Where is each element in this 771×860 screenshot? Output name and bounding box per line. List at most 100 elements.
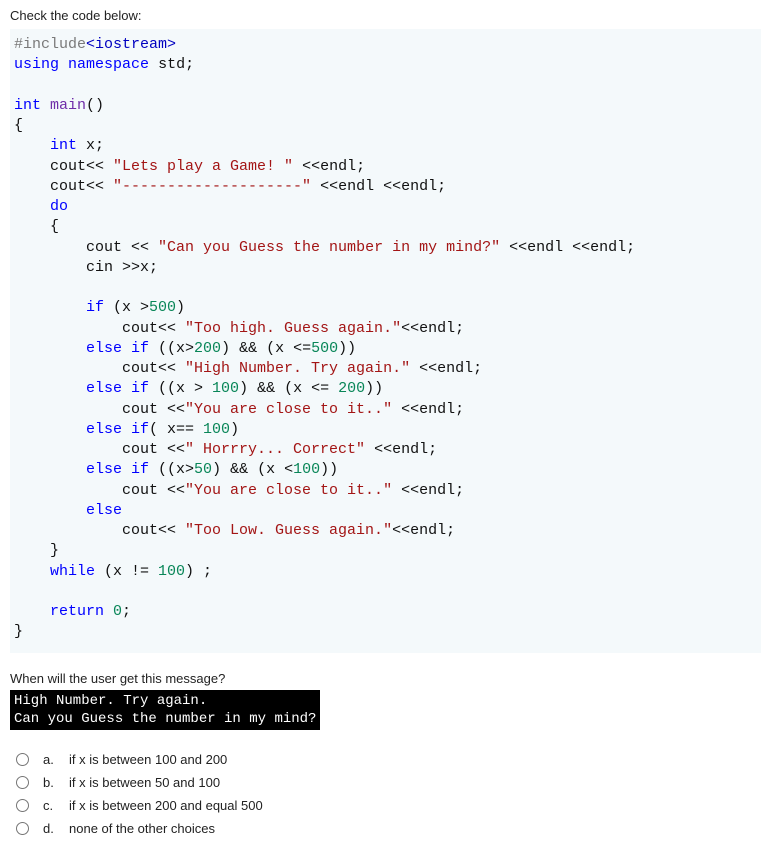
code-token: <<endl; bbox=[410, 360, 482, 377]
code-token: main bbox=[50, 97, 86, 114]
code-token: "Can you Guess the number in my mind?" bbox=[158, 239, 500, 256]
option-text: if x is between 100 and 200 bbox=[69, 752, 227, 767]
code-token: ; bbox=[185, 56, 194, 73]
code-token: ) ; bbox=[185, 563, 212, 580]
option-text: if x is between 50 and 100 bbox=[69, 775, 220, 790]
code-token: cout<< bbox=[14, 360, 185, 377]
code-token: (x != bbox=[95, 563, 158, 580]
code-token: <<endl; bbox=[365, 441, 437, 458]
code-token: cout << bbox=[14, 239, 158, 256]
code-token: 200 bbox=[194, 340, 221, 357]
code-token: ((x > bbox=[149, 380, 212, 397]
code-token: "Too Low. Guess again." bbox=[185, 522, 392, 539]
code-token: "You are close to it.." bbox=[185, 401, 392, 418]
code-token: else if bbox=[14, 461, 149, 478]
code-token: 50 bbox=[194, 461, 212, 478]
question-container: Check the code below: #include<iostream>… bbox=[0, 0, 771, 860]
code-token: "Lets play a Game! " bbox=[113, 158, 293, 175]
code-token: namespace bbox=[68, 56, 149, 73]
code-token: #include bbox=[14, 36, 86, 53]
option-c[interactable]: c. if x is between 200 and equal 500 bbox=[10, 794, 761, 817]
console-line: Can you Guess the number in my mind? bbox=[14, 711, 316, 727]
code-token: "Too high. Guess again." bbox=[185, 320, 401, 337]
code-token: " Horrry... Correct" bbox=[185, 441, 365, 458]
code-token: else if bbox=[14, 380, 149, 397]
code-token: ) && (x <= bbox=[239, 380, 338, 397]
code-token: )) bbox=[365, 380, 383, 397]
code-token bbox=[104, 603, 113, 620]
code-token: { bbox=[14, 117, 23, 134]
code-token: "--------------------" bbox=[113, 178, 311, 195]
code-token: ; bbox=[122, 603, 131, 620]
code-token: 200 bbox=[338, 380, 365, 397]
instruction-text: Check the code below: bbox=[10, 8, 761, 23]
code-token: ) && (x <= bbox=[221, 340, 311, 357]
option-a-radio[interactable] bbox=[16, 753, 29, 766]
option-d-radio[interactable] bbox=[16, 822, 29, 835]
code-token: <<endl; bbox=[401, 320, 464, 337]
code-token: () bbox=[86, 97, 104, 114]
code-token: int bbox=[14, 97, 41, 114]
option-text: none of the other choices bbox=[69, 821, 215, 836]
option-c-radio[interactable] bbox=[16, 799, 29, 812]
code-token: using bbox=[14, 56, 59, 73]
code-token: cout<< bbox=[14, 522, 185, 539]
code-token: int bbox=[14, 137, 77, 154]
code-token: do bbox=[14, 198, 68, 215]
option-letter: c. bbox=[43, 798, 59, 813]
code-token: else if bbox=[14, 421, 149, 438]
code-token: if bbox=[14, 299, 104, 316]
code-token: "You are close to it.." bbox=[185, 482, 392, 499]
option-letter: a. bbox=[43, 752, 59, 767]
code-token: cout << bbox=[14, 482, 185, 499]
option-a[interactable]: a. if x is between 100 and 200 bbox=[10, 748, 761, 771]
option-b[interactable]: b. if x is between 50 and 100 bbox=[10, 771, 761, 794]
code-token: ((x> bbox=[149, 461, 194, 478]
code-token: 500 bbox=[149, 299, 176, 316]
code-token: std bbox=[158, 56, 185, 73]
code-token: return bbox=[14, 603, 104, 620]
code-token: } bbox=[14, 623, 23, 640]
code-token: x; bbox=[77, 137, 104, 154]
code-token: } bbox=[14, 542, 59, 559]
option-letter: b. bbox=[43, 775, 59, 790]
code-token: <<endl <<endl; bbox=[311, 178, 446, 195]
code-token: (x > bbox=[104, 299, 149, 316]
code-token: cout<< bbox=[14, 178, 113, 195]
code-token: cout << bbox=[14, 401, 185, 418]
code-token: <<endl; bbox=[392, 401, 464, 418]
option-text: if x is between 200 and equal 500 bbox=[69, 798, 263, 813]
code-token: while bbox=[14, 563, 95, 580]
code-token: <<endl <<endl; bbox=[500, 239, 635, 256]
code-token: else if bbox=[14, 340, 149, 357]
code-token: ( x== bbox=[149, 421, 203, 438]
option-b-radio[interactable] bbox=[16, 776, 29, 789]
code-token: 100 bbox=[212, 380, 239, 397]
code-token: <iostream> bbox=[86, 36, 176, 53]
code-token: )) bbox=[338, 340, 356, 357]
console-output: High Number. Try again. Can you Guess th… bbox=[10, 690, 320, 730]
answer-options: a. if x is between 100 and 200 b. if x i… bbox=[10, 748, 761, 840]
code-token: ) && (x < bbox=[212, 461, 293, 478]
question-text: When will the user get this message? bbox=[10, 671, 761, 686]
code-token: cout<< bbox=[14, 320, 185, 337]
code-token: 500 bbox=[311, 340, 338, 357]
code-token: cout<< bbox=[14, 158, 113, 175]
code-token: cin >>x; bbox=[14, 259, 158, 276]
code-token: 100 bbox=[293, 461, 320, 478]
code-token: <<endl; bbox=[392, 482, 464, 499]
code-token: cout << bbox=[14, 441, 185, 458]
code-block: #include<iostream> using namespace std; … bbox=[10, 29, 761, 653]
code-token: { bbox=[14, 218, 59, 235]
console-line: High Number. Try again. bbox=[14, 693, 207, 709]
code-token: ) bbox=[176, 299, 185, 316]
code-token: else bbox=[14, 502, 122, 519]
option-letter: d. bbox=[43, 821, 59, 836]
code-token: <<endl; bbox=[392, 522, 455, 539]
option-d[interactable]: d. none of the other choices bbox=[10, 817, 761, 840]
code-token: 100 bbox=[158, 563, 185, 580]
code-token: )) bbox=[320, 461, 338, 478]
code-token: ((x> bbox=[149, 340, 194, 357]
code-token: 0 bbox=[113, 603, 122, 620]
code-token: 100 bbox=[203, 421, 230, 438]
